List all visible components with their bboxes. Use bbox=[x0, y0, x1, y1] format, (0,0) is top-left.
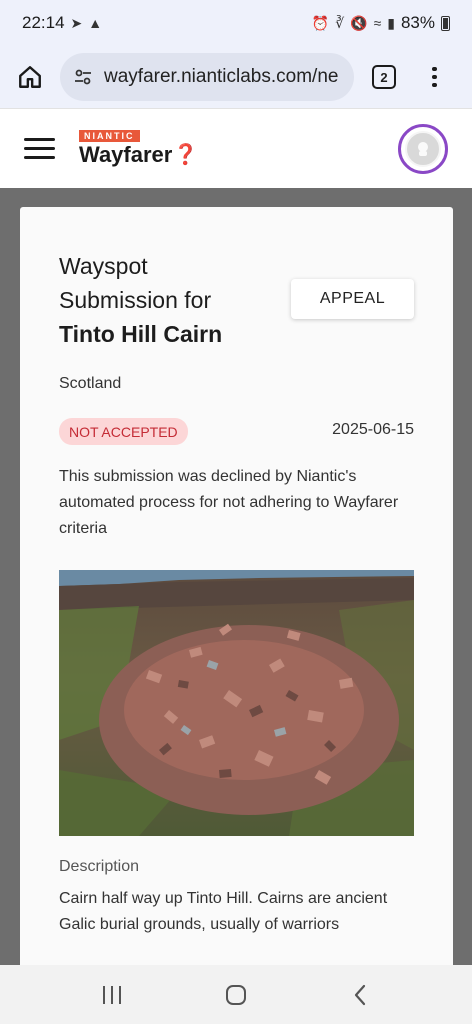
title-line-1: Wayspot bbox=[59, 253, 148, 279]
bluetooth-icon: ∛ bbox=[335, 14, 345, 31]
battery-percent: 83% bbox=[400, 13, 435, 32]
location-text: Scotland bbox=[59, 375, 122, 392]
clock: 22:14 bbox=[22, 13, 65, 32]
appeal-button[interactable]: APPEAL bbox=[291, 279, 414, 319]
submission-date: 2025-06-15 bbox=[332, 421, 414, 438]
avatar[interactable] bbox=[398, 123, 448, 174]
description-text: Cairn half way up Tinto Hill. Cairns are… bbox=[59, 890, 388, 933]
signal-icon: ▮ bbox=[387, 14, 395, 31]
telegram-icon: ➤ bbox=[70, 14, 83, 31]
home-icon bbox=[19, 66, 41, 88]
submission-photo[interactable] bbox=[59, 570, 414, 836]
url-text: wayfarer.nianticlabs.com/ne bbox=[104, 66, 339, 87]
menu-icon[interactable] bbox=[24, 138, 55, 159]
site-settings-icon[interactable] bbox=[72, 66, 94, 88]
back-button[interactable] bbox=[340, 975, 380, 1015]
wayfarer-logo-text: Wayfarer bbox=[79, 141, 173, 167]
status-bar: 22:14 ➤ ▲ ⏰ ∛ 🔇 ≈ ▮ 83% bbox=[0, 0, 472, 46]
browser-menu-icon[interactable] bbox=[432, 66, 437, 88]
wayspot-name: Tinto Hill Cairn bbox=[59, 321, 223, 347]
decline-message: This submission was declined by Niantic'… bbox=[59, 468, 399, 537]
system-nav-bar bbox=[0, 965, 472, 1024]
description-label: Description bbox=[59, 858, 140, 875]
niantic-logo-text: NIANTIC bbox=[79, 129, 140, 142]
home-nav-icon bbox=[226, 984, 246, 1005]
alarm-icon: ⏰ bbox=[311, 14, 330, 31]
title-line-2: Submission for bbox=[59, 287, 212, 313]
browser-toolbar: wayfarer.nianticlabs.com/ne 2 bbox=[0, 46, 472, 108]
tab-switcher-button[interactable]: 2 bbox=[372, 65, 396, 89]
recent-apps-icon bbox=[103, 985, 121, 1004]
home-button[interactable] bbox=[14, 61, 46, 93]
app-header: NIANTIC Wayfarer ❓ bbox=[0, 108, 472, 188]
profile-icon bbox=[405, 130, 441, 167]
map-pin-icon: ❓ bbox=[173, 143, 199, 166]
wayfarer-logo[interactable]: NIANTIC Wayfarer ❓ bbox=[79, 129, 199, 168]
submission-title: Wayspot Submission for Tinto Hill Cairn bbox=[59, 249, 279, 351]
notification-icon: ▲ bbox=[88, 15, 103, 31]
wifi-icon: ≈ bbox=[373, 15, 382, 31]
address-bar[interactable]: wayfarer.nianticlabs.com/ne bbox=[60, 53, 354, 101]
recent-apps-button[interactable] bbox=[92, 975, 132, 1015]
mute-icon: 🔇 bbox=[350, 14, 368, 31]
back-icon bbox=[354, 984, 366, 1005]
submission-card: Wayspot Submission for Tinto Hill Cairn … bbox=[20, 207, 453, 987]
battery-icon bbox=[441, 15, 450, 31]
home-nav-button[interactable] bbox=[216, 975, 256, 1015]
status-badge: NOT ACCEPTED bbox=[59, 418, 188, 445]
